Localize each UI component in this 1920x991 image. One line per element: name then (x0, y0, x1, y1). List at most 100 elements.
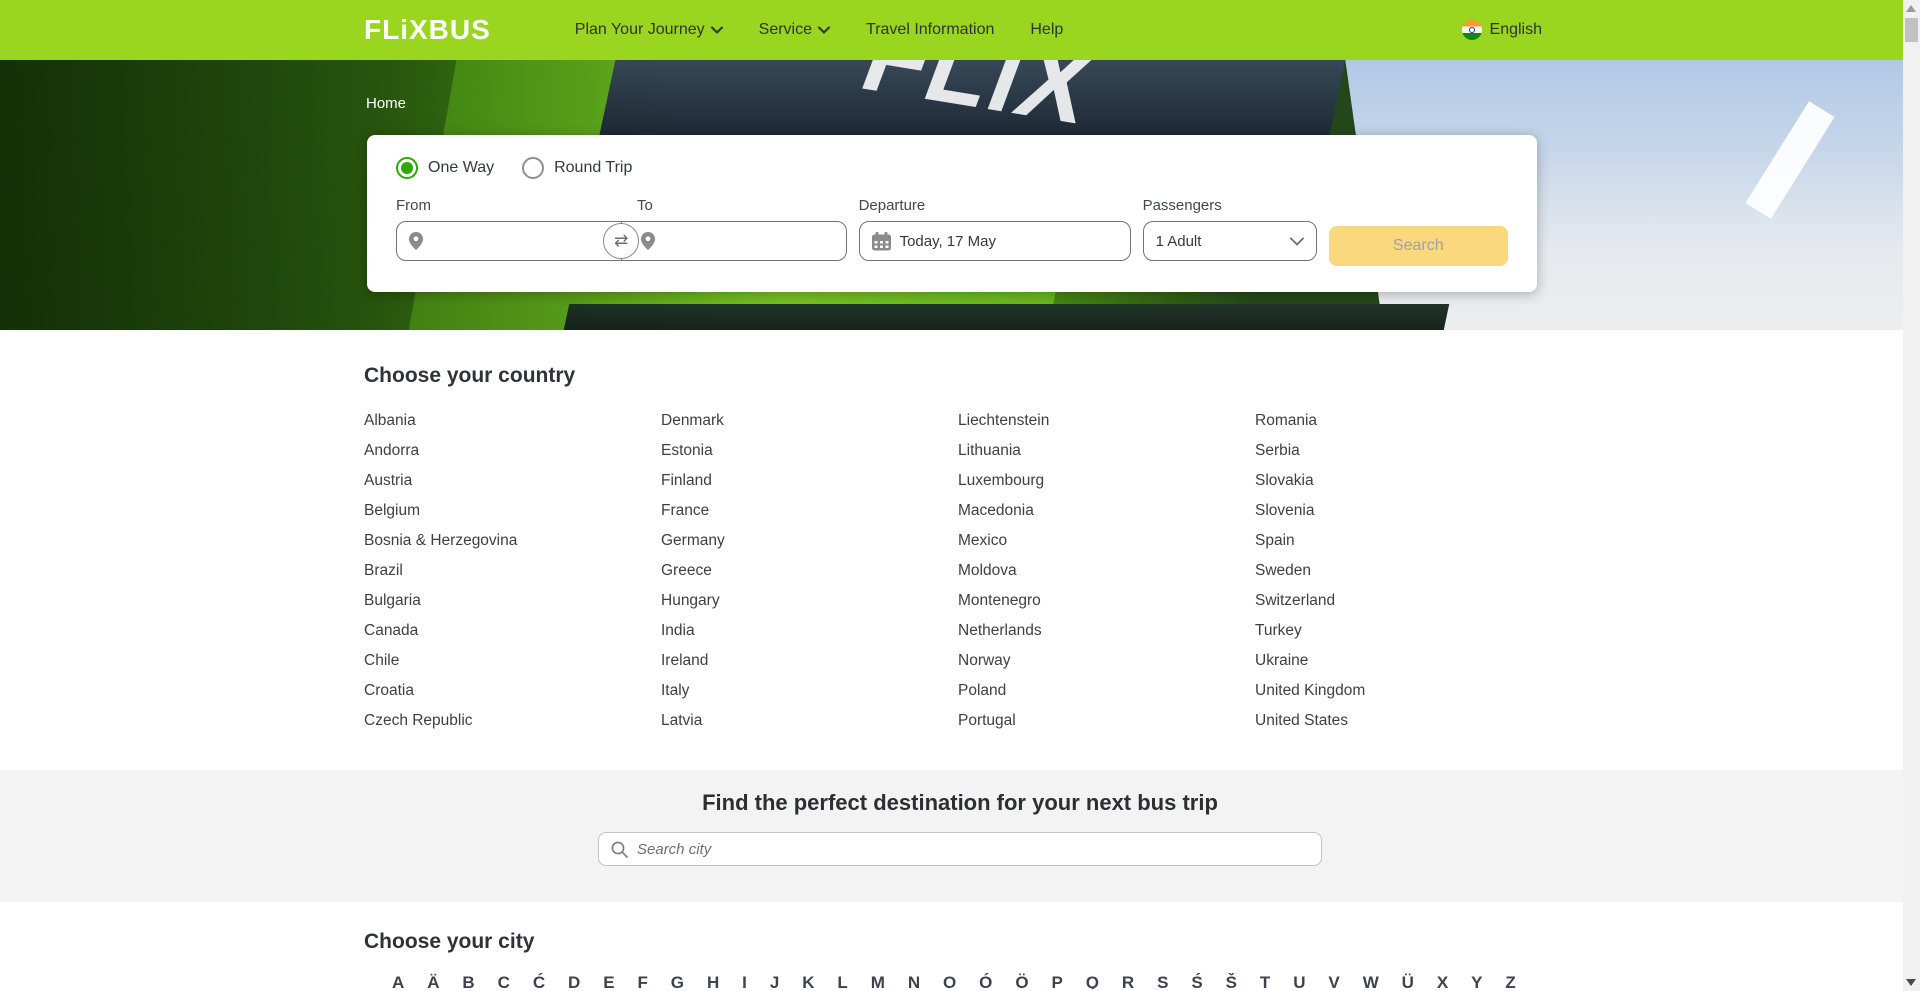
radio-icon[interactable] (396, 157, 418, 179)
alphabet-letter[interactable]: X (1437, 973, 1448, 989)
alphabet-letter[interactable]: Ć (533, 973, 545, 989)
country-link[interactable]: Macedonia (958, 496, 1255, 526)
alphabet-letter[interactable]: Z (1505, 973, 1515, 989)
country-link[interactable]: Serbia (1255, 436, 1552, 466)
passengers-select[interactable]: 1 Adult (1143, 221, 1317, 261)
alphabet-letter[interactable]: L (837, 973, 847, 989)
country-link[interactable]: Ireland (661, 646, 958, 676)
country-link[interactable]: Turkey (1255, 616, 1552, 646)
trip-type-option[interactable]: Round Trip (522, 157, 632, 179)
country-link[interactable]: Austria (364, 466, 661, 496)
alphabet-letter[interactable]: B (462, 973, 474, 989)
alphabet-letter[interactable]: E (603, 973, 614, 989)
country-link[interactable]: Norway (958, 646, 1255, 676)
alphabet-letter[interactable]: V (1328, 973, 1339, 989)
country-link[interactable]: Hungary (661, 586, 958, 616)
country-link[interactable]: Mexico (958, 526, 1255, 556)
country-link[interactable]: Bosnia & Herzegovina (364, 526, 661, 556)
scrollbar-thumb[interactable] (1905, 18, 1918, 42)
country-link[interactable]: Germany (661, 526, 958, 556)
country-link[interactable]: Greece (661, 556, 958, 586)
alphabet-letter[interactable]: G (671, 973, 684, 989)
alphabet-letter[interactable]: M (871, 973, 885, 989)
country-link[interactable]: Liechtenstein (958, 406, 1255, 436)
alphabet-letter[interactable]: I (742, 973, 747, 989)
alphabet-letter[interactable]: H (707, 973, 719, 989)
from-input[interactable] (431, 233, 571, 250)
alphabet-letter[interactable]: D (568, 973, 580, 989)
country-link[interactable]: Portugal (958, 706, 1255, 736)
country-link[interactable]: Slovenia (1255, 496, 1552, 526)
radio-icon[interactable] (522, 157, 544, 179)
nav-item[interactable]: Help (1030, 21, 1063, 39)
language-selector[interactable]: English (1462, 20, 1542, 40)
country-link[interactable]: Luxembourg (958, 466, 1255, 496)
alphabet-letter[interactable]: T (1260, 973, 1270, 989)
from-field[interactable] (397, 222, 613, 260)
nav-item[interactable]: Service (759, 21, 830, 39)
country-link[interactable]: Sweden (1255, 556, 1552, 586)
alphabet-letter[interactable]: O (943, 973, 956, 989)
country-link[interactable]: Croatia (364, 676, 661, 706)
country-link[interactable]: India (661, 616, 958, 646)
country-link[interactable]: Switzerland (1255, 586, 1552, 616)
alphabet-letter[interactable]: R (1122, 973, 1134, 989)
country-link[interactable]: Slovakia (1255, 466, 1552, 496)
country-link[interactable]: Ukraine (1255, 646, 1552, 676)
country-link[interactable]: Romania (1255, 406, 1552, 436)
country-link[interactable]: Denmark (661, 406, 958, 436)
country-link[interactable]: Albania (364, 406, 661, 436)
alphabet-letter[interactable]: Ö (1015, 973, 1028, 989)
swap-icon[interactable]: ⇄ (603, 223, 639, 259)
alphabet-letter[interactable]: N (908, 973, 920, 989)
alphabet-letter[interactable]: Š (1226, 973, 1237, 989)
nav-item[interactable]: Travel Information (866, 21, 994, 39)
to-input[interactable] (663, 233, 803, 250)
country-link[interactable]: Montenegro (958, 586, 1255, 616)
country-link[interactable]: Canada (364, 616, 661, 646)
country-link[interactable]: Chile (364, 646, 661, 676)
country-link[interactable]: Brazil (364, 556, 661, 586)
alphabet-letter[interactable]: C (498, 973, 510, 989)
alphabet-letter[interactable]: Ś (1191, 973, 1202, 989)
search-button[interactable]: Search (1329, 226, 1508, 266)
trip-type-option[interactable]: One Way (396, 157, 494, 179)
alphabet-letter[interactable]: K (802, 973, 814, 989)
country-link[interactable]: Moldova (958, 556, 1255, 586)
country-link[interactable]: France (661, 496, 958, 526)
country-link[interactable]: Netherlands (958, 616, 1255, 646)
nav-item[interactable]: Plan Your Journey (575, 21, 723, 39)
country-link[interactable]: Lithuania (958, 436, 1255, 466)
alphabet-letter[interactable]: P (1051, 973, 1062, 989)
alphabet-letter[interactable]: S (1157, 973, 1168, 989)
alphabet-letter[interactable]: Y (1471, 973, 1482, 989)
vertical-scrollbar[interactable] (1903, 0, 1920, 991)
flixbus-logo[interactable]: FLiXBUS (364, 14, 491, 46)
country-link[interactable]: Andorra (364, 436, 661, 466)
country-link[interactable]: Spain (1255, 526, 1552, 556)
city-search-input[interactable] (637, 841, 1309, 858)
alphabet-letter[interactable]: F (637, 973, 647, 989)
country-link[interactable]: Bulgaria (364, 586, 661, 616)
country-link[interactable]: Belgium (364, 496, 661, 526)
country-link[interactable]: Czech Republic (364, 706, 661, 736)
to-field[interactable] (613, 222, 845, 260)
city-search-box[interactable] (598, 832, 1322, 866)
country-link[interactable]: United States (1255, 706, 1552, 736)
alphabet-letter[interactable]: W (1363, 973, 1379, 989)
departure-field[interactable]: Today, 17 May (859, 221, 1131, 261)
breadcrumb-home[interactable]: Home (366, 95, 406, 112)
alphabet-letter[interactable]: Ü (1402, 973, 1414, 989)
country-link[interactable]: Poland (958, 676, 1255, 706)
country-link[interactable]: United Kingdom (1255, 676, 1552, 706)
alphabet-letter[interactable]: U (1293, 973, 1305, 989)
alphabet-letter[interactable]: J (770, 973, 779, 989)
country-link[interactable]: Estonia (661, 436, 958, 466)
alphabet-letter[interactable]: Q (1086, 973, 1099, 989)
country-link[interactable]: Finland (661, 466, 958, 496)
alphabet-letter[interactable]: Ä (427, 973, 439, 989)
country-link[interactable]: Latvia (661, 706, 958, 736)
scrollbar-down-arrow-icon[interactable] (1906, 979, 1916, 986)
country-link[interactable]: Italy (661, 676, 958, 706)
alphabet-letter[interactable]: Ó (979, 973, 992, 989)
